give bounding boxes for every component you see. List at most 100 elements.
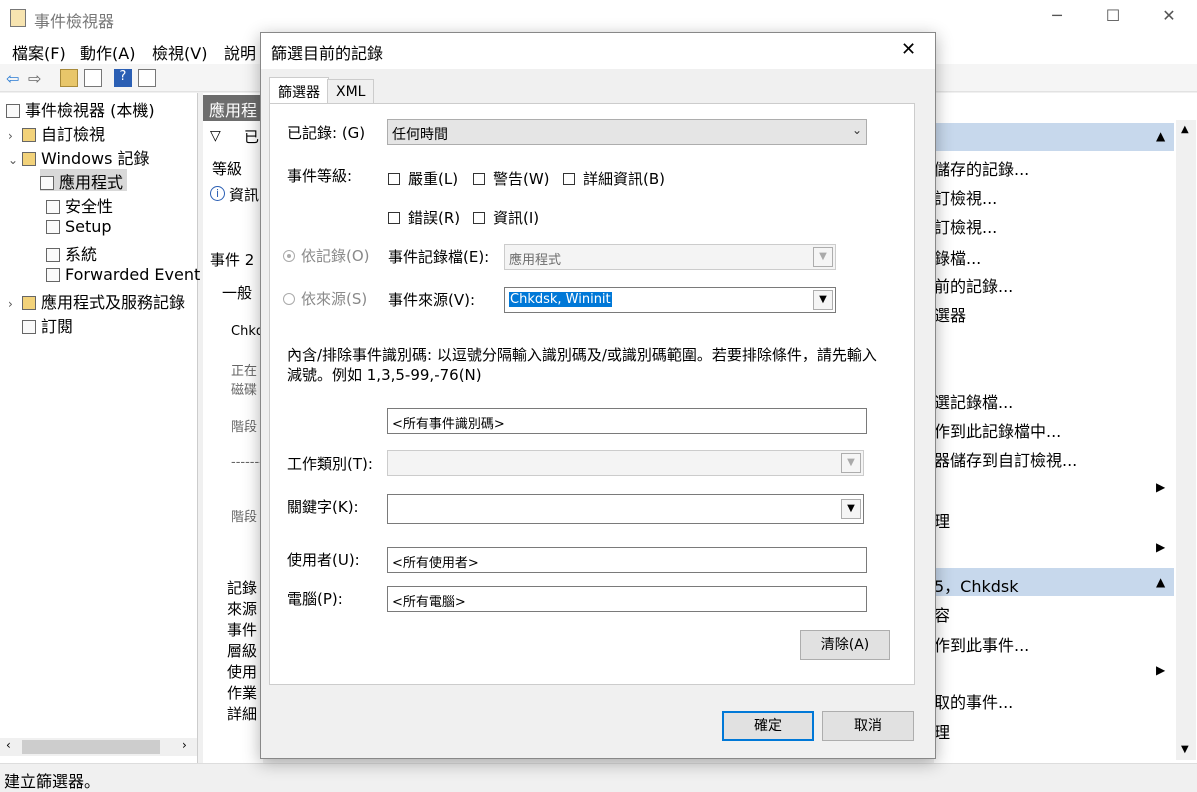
tree-item-windows-logs[interactable]: ⌄ Windows 記錄: [8, 145, 150, 168]
detail-snippet: -------: [231, 455, 264, 470]
submenu-arrow-icon[interactable]: ▶: [1156, 480, 1165, 494]
filter-icon: ▽: [210, 128, 221, 144]
checkbox-box[interactable]: [473, 173, 485, 185]
action-item[interactable]: 器儲存到自訂檢視...: [934, 447, 1077, 471]
collapse-up-icon[interactable]: ▲: [1156, 129, 1165, 143]
checkbox-verbose[interactable]: 詳細資訊(B): [563, 168, 665, 189]
tree-item-application[interactable]: 應用程式: [40, 169, 128, 192]
status-bar: 建立篩選器。: [0, 763, 1197, 792]
back-icon[interactable]: ⇦: [6, 69, 24, 88]
filter-panel: 已記錄: (G) 任何時間 ⌄ 事件等級: 嚴重(L) 警告(W) 詳細資訊(B…: [269, 103, 915, 685]
chevron-down-icon[interactable]: ⌄: [8, 153, 22, 167]
keywords-field[interactable]: ▼: [387, 494, 864, 524]
tree-item-root[interactable]: 事件檢視器 (本機): [6, 97, 155, 120]
close-window-button[interactable]: ✕: [1146, 6, 1192, 30]
action-item[interactable]: 理: [934, 719, 950, 743]
tree-item-custom-views[interactable]: › 自訂檢視: [8, 121, 105, 144]
event-logs-field[interactable]: 應用程式 ▼: [504, 244, 836, 270]
logged-dropdown[interactable]: 任何時間 ⌄: [387, 119, 867, 145]
ok-button[interactable]: 確定: [722, 711, 814, 741]
event-sources-field[interactable]: Chkdsk, Wininit ▼: [504, 287, 836, 313]
action-item[interactable]: 選器: [934, 302, 966, 326]
computer-label: 電腦(P):: [287, 590, 343, 608]
tab-filter[interactable]: 篩選器: [269, 77, 329, 105]
detail-snippet: 磁碟: [231, 383, 258, 398]
action-item[interactable]: 錄檔...: [934, 245, 981, 269]
action-item[interactable]: 前的記錄...: [934, 273, 1013, 297]
scroll-left-icon[interactable]: ‹: [6, 738, 11, 752]
action-item[interactable]: 訂檢視...: [934, 185, 997, 209]
minimize-button[interactable]: ─: [1034, 6, 1080, 30]
dropdown-arrow-icon[interactable]: ▼: [813, 290, 833, 310]
dropdown-arrow-icon[interactable]: ▼: [841, 453, 861, 473]
radio-dot[interactable]: [283, 293, 295, 305]
dialog-close-icon[interactable]: ✕: [901, 39, 916, 60]
menu-help[interactable]: 說明: [224, 40, 256, 64]
menu-view[interactable]: 檢視(V): [152, 40, 207, 64]
scroll-thumb[interactable]: [22, 740, 160, 754]
tree-item-forwarded[interactable]: Forwarded Event: [46, 265, 200, 287]
action-item[interactable]: 作到此事件...: [934, 632, 1029, 656]
folder-up-icon[interactable]: [60, 69, 78, 87]
action-pane-icon[interactable]: [138, 69, 156, 87]
filter-summary: 已: [244, 128, 260, 146]
submenu-arrow-icon[interactable]: ▶: [1156, 540, 1165, 554]
checkbox-box[interactable]: [388, 212, 400, 224]
collapse-up-icon[interactable]: ▲: [1156, 575, 1165, 589]
dropdown-arrow-icon[interactable]: ▼: [813, 247, 833, 267]
task-category-field[interactable]: ▼: [387, 450, 864, 476]
scroll-right-icon[interactable]: ›: [182, 738, 187, 752]
show-hide-tree-icon[interactable]: [84, 69, 102, 87]
logged-label: 已記錄: (G): [287, 124, 366, 142]
log-icon: [46, 220, 60, 234]
tree-horizontal-scrollbar[interactable]: ‹ ›: [0, 738, 197, 756]
help-icon[interactable]: ?: [114, 69, 132, 87]
forward-icon[interactable]: ⇨: [28, 69, 46, 88]
chevron-right-icon[interactable]: ›: [8, 129, 22, 143]
chevron-right-icon[interactable]: ›: [8, 297, 22, 311]
user-input[interactable]: <所有使用者>: [387, 547, 867, 573]
action-item[interactable]: 儲存的記錄...: [934, 156, 1029, 180]
tab-general[interactable]: 一般: [222, 282, 252, 303]
checkbox-information[interactable]: 資訊(I): [473, 207, 539, 228]
computer-input[interactable]: <所有電腦>: [387, 586, 867, 612]
scroll-up-icon[interactable]: ▲: [1181, 124, 1189, 135]
event-id-input[interactable]: <所有事件識別碼>: [387, 408, 867, 434]
submenu-arrow-icon[interactable]: ▶: [1156, 663, 1165, 677]
menu-action[interactable]: 動作(A): [80, 40, 135, 64]
radio-dot[interactable]: [283, 250, 295, 262]
tree-item-setup[interactable]: Setup: [46, 217, 112, 239]
actions-scrollbar[interactable]: ▲ ▼: [1176, 120, 1196, 760]
folder-icon: [22, 152, 36, 166]
checkbox-box[interactable]: [473, 212, 485, 224]
action-item[interactable]: 訂檢視...: [934, 214, 997, 238]
scroll-down-icon[interactable]: ▼: [1181, 744, 1189, 755]
column-level[interactable]: 等級: [212, 158, 242, 179]
maximize-button[interactable]: ☐: [1090, 6, 1136, 30]
tree-item-subscriptions[interactable]: 訂閱: [22, 313, 73, 336]
action-item[interactable]: 取的事件...: [934, 689, 1013, 713]
clear-button[interactable]: 清除(A): [800, 630, 890, 660]
checkbox-box[interactable]: [388, 173, 400, 185]
dropdown-arrow-icon[interactable]: ▼: [841, 499, 861, 519]
action-item[interactable]: 理: [934, 508, 950, 532]
event-row-info[interactable]: 資訊: [229, 184, 259, 205]
menu-file[interactable]: 檔案(F): [12, 40, 66, 64]
checkbox-critical[interactable]: 嚴重(L): [388, 168, 458, 189]
radio-by-log[interactable]: 依記錄(O): [283, 245, 370, 266]
event-sources-label: 事件來源(V):: [388, 291, 476, 309]
checkbox-warning[interactable]: 警告(W): [473, 168, 550, 189]
radio-by-source[interactable]: 依來源(S): [283, 288, 367, 309]
tab-xml[interactable]: XML: [327, 79, 375, 105]
tree-item-app-services[interactable]: › 應用程式及服務記錄: [8, 289, 185, 312]
action-item[interactable]: 作到此記錄檔中...: [934, 418, 1061, 442]
field-label: 詳細: [227, 705, 258, 723]
action-item[interactable]: 選記錄檔...: [934, 389, 1013, 413]
keywords-label: 關鍵字(K):: [287, 498, 359, 516]
tree-item-system[interactable]: 系統: [46, 241, 97, 264]
tree-item-security[interactable]: 安全性: [46, 193, 113, 216]
checkbox-box[interactable]: [563, 173, 575, 185]
cancel-button[interactable]: 取消: [822, 711, 914, 741]
checkbox-error[interactable]: 錯誤(R): [388, 207, 460, 228]
action-item[interactable]: 容: [934, 602, 950, 626]
